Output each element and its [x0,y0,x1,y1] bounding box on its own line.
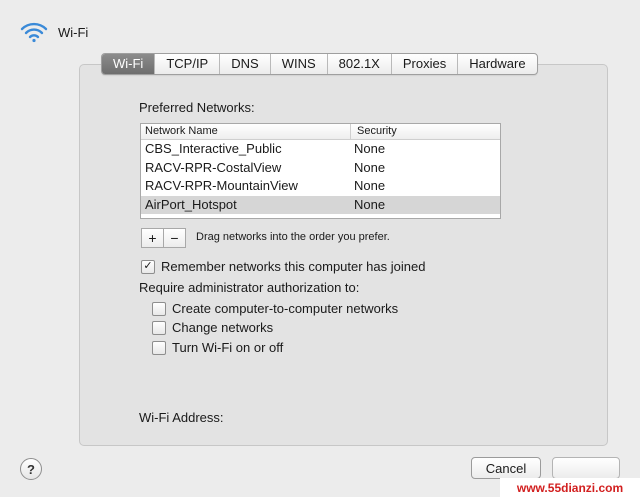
remove-network-button[interactable]: − [164,228,186,248]
create-networks-row[interactable]: Create computer-to-computer networks [152,301,398,316]
add-remove-controls: + − [141,228,186,248]
ok-button[interactable] [552,457,620,479]
tab-hardware[interactable]: Hardware [457,54,536,74]
wifi-icon [20,22,48,43]
cancel-button[interactable]: Cancel [471,457,541,479]
create-networks-label: Create computer-to-computer networks [172,301,399,316]
toggle-wifi-checkbox[interactable] [152,340,166,355]
change-networks-row[interactable]: Change networks [152,320,273,335]
security-cell: None [354,196,386,212]
column-header-security[interactable]: Security [351,124,397,139]
preferred-networks-label: Preferred Networks: [139,100,255,115]
admin-auth-label: Require administrator authorization to: [139,280,360,295]
tab-wifi[interactable]: Wi-Fi [102,54,155,74]
add-network-button[interactable]: + [141,228,164,248]
window-header: Wi-Fi [20,18,88,46]
remember-networks-checkbox[interactable]: ✓ [141,259,155,274]
tab-proxies[interactable]: Proxies [390,54,457,74]
change-networks-checkbox[interactable] [152,320,166,335]
wifi-address-label: Wi-Fi Address: [139,410,224,425]
network-name-cell: CBS_Interactive_Public [145,141,282,156]
security-cell: None [354,178,386,193]
tab-8021x[interactable]: 802.1X [326,54,391,74]
tab-wins[interactable]: WINS [269,54,327,74]
toggle-wifi-label: Turn Wi-Fi on or off [172,340,284,355]
table-row[interactable]: CBS_Interactive_Public None [141,140,500,159]
drag-hint: Drag networks into the order you prefer. [196,231,390,243]
table-row[interactable]: RACV-RPR-CostalView None [141,159,500,178]
security-cell: None [354,141,386,156]
remember-networks-label: Remember networks this computer has join… [161,259,426,274]
column-header-network-name[interactable]: Network Name [141,124,351,139]
create-networks-checkbox[interactable] [152,301,166,316]
window-title: Wi-Fi [58,24,89,40]
preferred-networks-table[interactable]: Network Name Security CBS_Interactive_Pu… [140,123,501,219]
tab-tcpip[interactable]: TCP/IP [154,54,219,74]
tab-bar: Wi-Fi TCP/IP DNS WINS 802.1X Proxies Har… [101,53,538,75]
table-row-selected[interactable]: AirPort_Hotspot None [141,195,500,214]
network-name-cell: AirPort_Hotspot [145,196,237,212]
table-header: Network Name Security [141,124,500,140]
remember-networks-row[interactable]: ✓ Remember networks this computer has jo… [141,259,425,274]
security-cell: None [354,159,386,175]
table-row[interactable]: RACV-RPR-MountainView None [141,177,500,196]
settings-panel [79,64,608,446]
tab-dns[interactable]: DNS [219,54,269,74]
toggle-wifi-row[interactable]: Turn Wi-Fi on or off [152,340,283,355]
help-button[interactable]: ? [20,458,42,480]
change-networks-label: Change networks [172,320,274,335]
network-name-cell: RACV-RPR-MountainView [145,178,298,193]
watermark: www.55dianzi.com [500,478,640,497]
network-name-cell: RACV-RPR-CostalView [145,159,282,175]
